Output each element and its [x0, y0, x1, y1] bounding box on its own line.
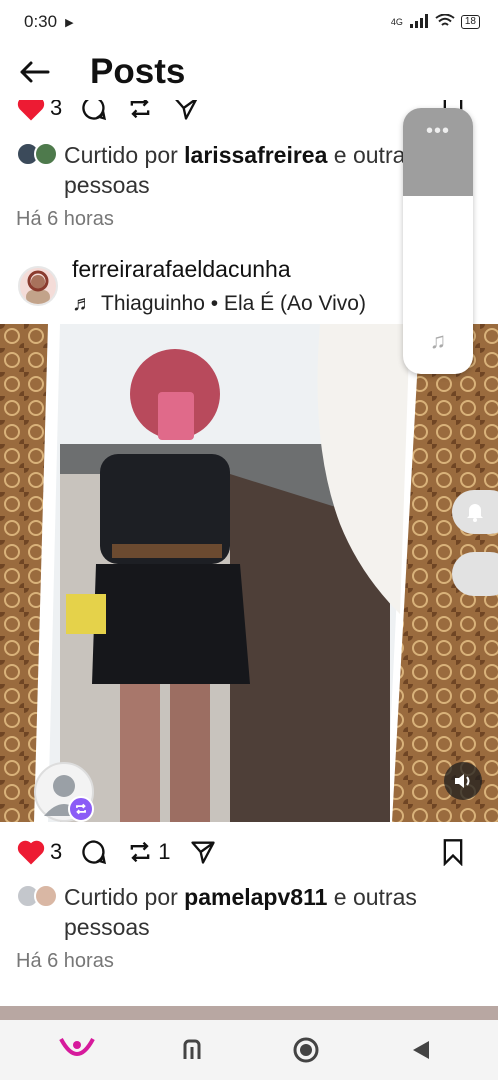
- back-button[interactable]: [14, 52, 54, 92]
- comment-button[interactable]: [80, 838, 108, 866]
- comment-button[interactable]: [80, 100, 108, 122]
- status-time: 0:30: [24, 12, 58, 31]
- repost-count: 1: [158, 839, 171, 864]
- post-image[interactable]: [0, 324, 498, 822]
- battery-icon: 18: [460, 15, 480, 29]
- save-button[interactable]: [440, 838, 466, 866]
- recents-button[interactable]: [162, 1020, 222, 1080]
- header: Posts: [0, 44, 498, 100]
- liked-by-user[interactable]: larissafreirea: [184, 142, 327, 168]
- more-options-icon[interactable]: •••: [403, 108, 473, 196]
- comment-icon: [82, 100, 107, 121]
- post-actions: 3 1: [0, 832, 498, 872]
- next-post-preview[interactable]: [0, 1006, 498, 1020]
- like-count: 3: [50, 839, 63, 864]
- heart-icon: [17, 840, 45, 865]
- post-music[interactable]: ♬ Thiaguinho • Ela É (Ao Vivo): [72, 292, 366, 316]
- home-button[interactable]: [276, 1020, 336, 1080]
- repost-badge-icon: [68, 796, 94, 822]
- side-bubble[interactable]: [452, 552, 498, 596]
- music-panel[interactable]: ••• ♫: [403, 108, 473, 374]
- liked-by-prefix: Curtido por: [64, 884, 178, 910]
- play-icon: ▶: [65, 16, 74, 29]
- post-time: Há 6 horas: [16, 950, 114, 972]
- liked-by-avatars: [16, 884, 60, 910]
- back-nav-button[interactable]: [391, 1020, 451, 1080]
- like-button[interactable]: 3: [16, 838, 62, 866]
- status-bar: 0:30 ▶ 4G 18: [0, 0, 498, 44]
- back-triangle-icon: [412, 1041, 429, 1059]
- mute-button[interactable]: [444, 762, 482, 800]
- mirror-selfie-image: [0, 324, 498, 822]
- system-nav-bar: [0, 1020, 498, 1080]
- network-label: 4G: [390, 17, 403, 27]
- bookmark-icon: [443, 839, 463, 866]
- share-button[interactable]: [172, 100, 200, 122]
- repost-icon: [130, 100, 150, 119]
- send-icon: [175, 100, 198, 120]
- flower-icon: [59, 1038, 96, 1056]
- music-note-icon: ♬: [72, 292, 93, 315]
- send-icon: [190, 841, 215, 864]
- post-username[interactable]: ferreirarafaeldacunha: [72, 256, 291, 283]
- like-count: 3: [50, 100, 63, 120]
- music-note-icon[interactable]: ♫: [403, 328, 473, 354]
- bell-icon: [467, 504, 483, 522]
- like-button[interactable]: 3: [16, 100, 62, 122]
- comment-icon: [82, 840, 107, 865]
- post-time: Há 6 horas: [16, 208, 114, 230]
- arrow-left-icon: [20, 61, 50, 83]
- repost-button[interactable]: 1: [126, 838, 171, 866]
- liked-by[interactable]: Curtido por pamelapv811 e outras pessoas: [16, 882, 486, 942]
- notification-bubble[interactable]: [452, 490, 498, 534]
- repost-button[interactable]: [126, 100, 154, 122]
- liked-by-avatars: [16, 142, 60, 168]
- avatar: [34, 884, 58, 908]
- app-launcher-button[interactable]: [47, 1020, 107, 1080]
- home-circle-icon: [293, 1037, 319, 1063]
- liked-by-user[interactable]: pamelapv811: [184, 884, 327, 910]
- signal-icon: [409, 13, 429, 31]
- avatar[interactable]: [18, 266, 58, 306]
- speaker-icon: [455, 774, 470, 788]
- page-title: Posts: [90, 52, 186, 91]
- heart-icon: [17, 100, 45, 121]
- recents-icon: [183, 1039, 201, 1059]
- music-title: Thiaguinho • Ela É (Ao Vivo): [101, 292, 366, 315]
- wifi-icon: [435, 13, 455, 31]
- avatar: [34, 142, 58, 166]
- liked-by-prefix: Curtido por: [64, 142, 178, 168]
- repost-icon: [130, 841, 150, 863]
- share-button[interactable]: [189, 838, 217, 866]
